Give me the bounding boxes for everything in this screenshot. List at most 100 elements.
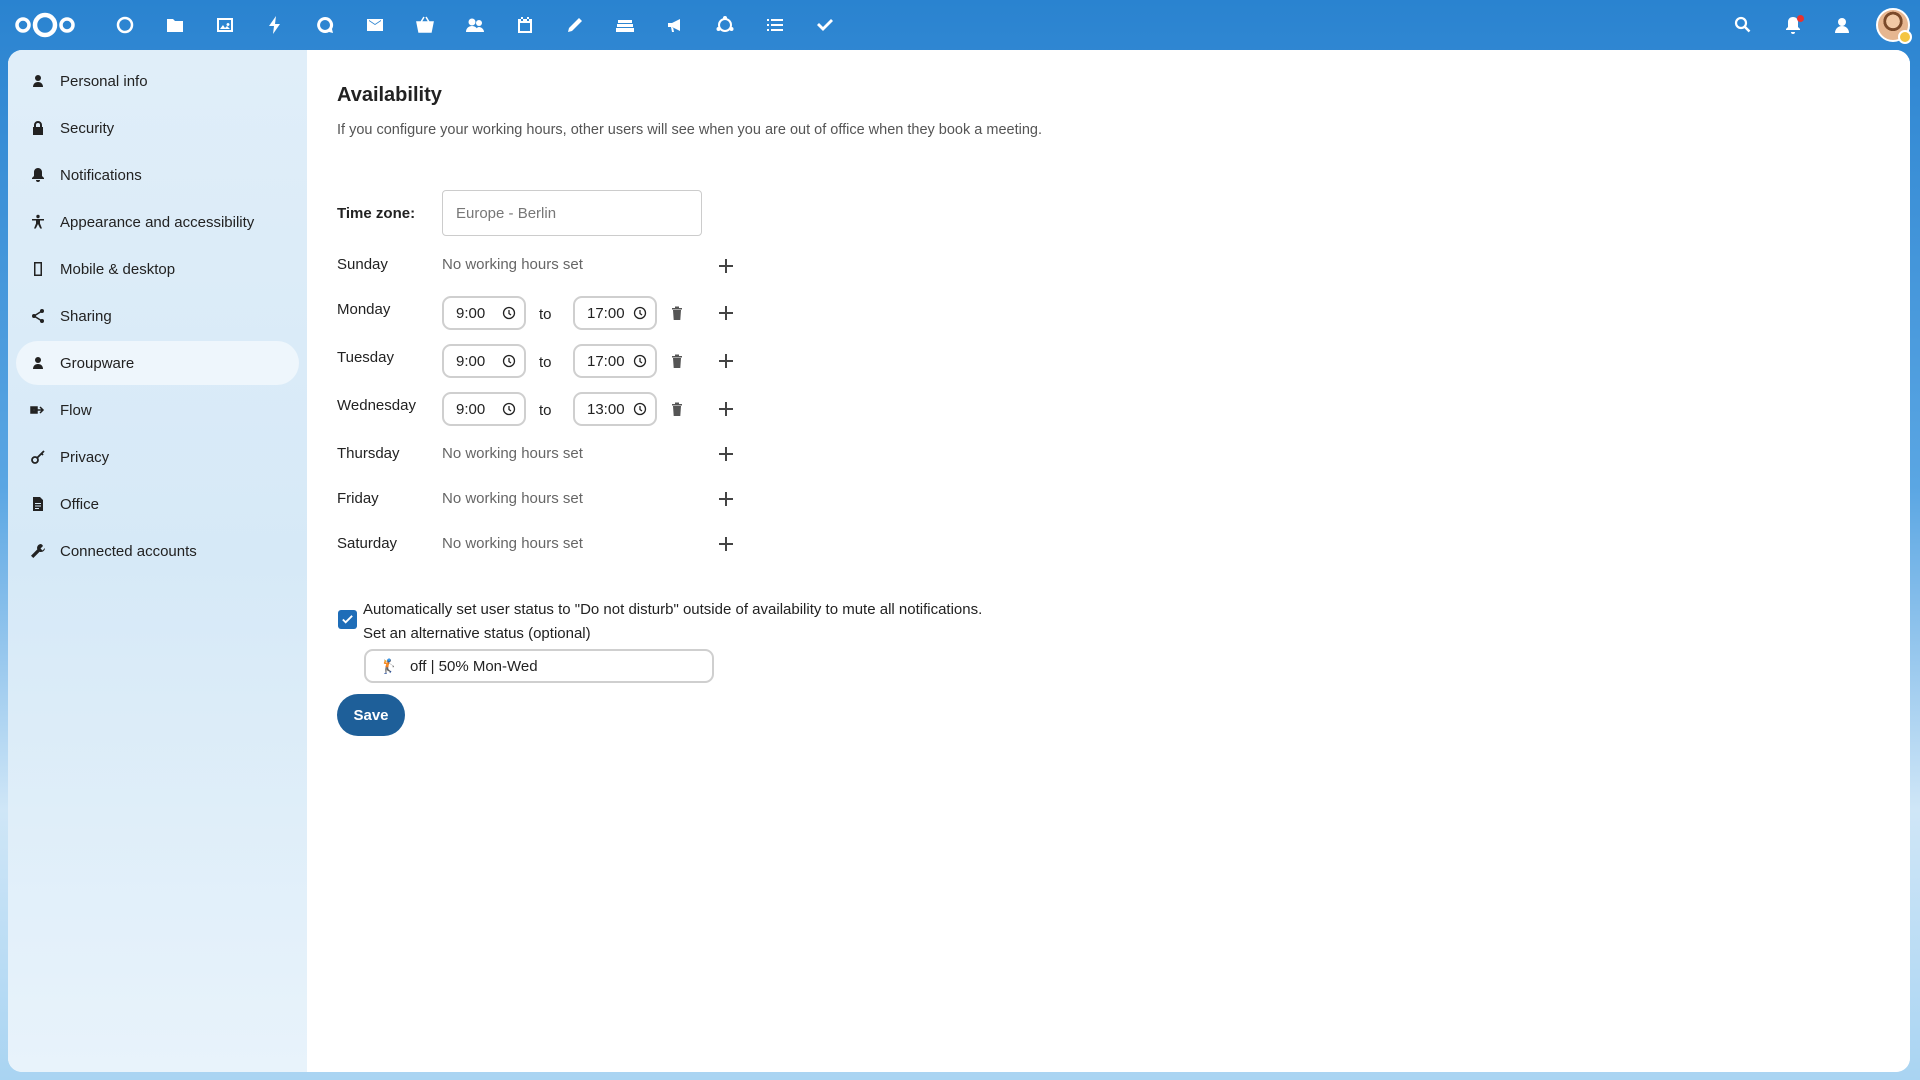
sidebar-item-mobile-desktop[interactable]: Mobile & desktop [16, 247, 299, 291]
sidebar-item-label: Flow [60, 401, 92, 419]
mail-icon[interactable] [350, 0, 400, 50]
contacts-menu-icon[interactable] [1818, 0, 1868, 50]
tuesday-start-time[interactable]: 9:00 [442, 344, 526, 378]
monday-start-time[interactable]: 9:00 [442, 296, 526, 330]
sidebar-item-security[interactable]: Security [16, 106, 299, 150]
sidebar-item-label: Privacy [60, 448, 110, 466]
sidebar-item-notifications[interactable]: Notifications [16, 153, 299, 197]
calendar-icon[interactable] [500, 0, 550, 50]
sidebar-item-sharing[interactable]: Sharing [16, 294, 299, 338]
sidebar-item-flow[interactable]: Flow [16, 388, 299, 432]
delete-slot-wednesday-icon[interactable] [669, 401, 685, 417]
clock-icon [502, 402, 516, 416]
wednesday-start-time[interactable]: 9:00 [442, 392, 526, 426]
checkmark-icon [342, 615, 353, 624]
alt-status-label: Set an alternative status (optional) [363, 625, 591, 642]
dashboard-icon[interactable] [100, 0, 150, 50]
person-icon [16, 73, 60, 89]
clock-icon [502, 354, 516, 368]
delete-slot-tuesday-icon[interactable] [669, 353, 685, 369]
time-value: 13:00 [587, 400, 625, 418]
key-icon [16, 449, 60, 465]
main-container: Personal info Security Notifications App… [8, 50, 1910, 1072]
sidebar-item-label: Personal info [60, 72, 148, 90]
accessibility-icon [16, 214, 60, 230]
add-slot-tuesday-icon[interactable] [718, 353, 734, 369]
status-emoji-icon[interactable]: 🏌 [380, 658, 397, 675]
sidebar-item-label: Mobile & desktop [60, 260, 176, 278]
time-value: 17:00 [587, 304, 625, 322]
bell-icon [16, 167, 60, 183]
to-label: to [539, 354, 552, 371]
time-value: 9:00 [456, 304, 486, 322]
day-label-wednesday: Wednesday [337, 397, 416, 414]
page-title: Availability [337, 84, 442, 106]
sidebar-item-privacy[interactable]: Privacy [16, 435, 299, 479]
avatar[interactable] [1876, 8, 1912, 44]
sidebar-item-appearance[interactable]: Appearance and accessibility [16, 200, 299, 244]
files-icon[interactable] [150, 0, 200, 50]
tasks-list-icon[interactable] [750, 0, 800, 50]
stack-icon[interactable] [600, 0, 650, 50]
alt-status-input[interactable]: 🏌 off | 50% Mon-Wed [364, 649, 714, 683]
tuesday-end-time[interactable]: 17:00 [573, 344, 657, 378]
notification-dot [1797, 15, 1804, 22]
search-icon[interactable] [1718, 0, 1768, 50]
talk-icon[interactable] [300, 0, 350, 50]
notes-icon[interactable] [550, 0, 600, 50]
time-value: 17:00 [587, 352, 625, 370]
add-slot-friday-icon[interactable] [718, 491, 734, 507]
clock-icon [502, 306, 516, 320]
time-value: 9:00 [456, 400, 486, 418]
clock-icon [633, 354, 647, 368]
dnd-checkbox[interactable] [338, 610, 357, 629]
day-label-saturday: Saturday [337, 535, 398, 552]
user-status-badge [1898, 30, 1912, 44]
announcements-icon[interactable] [650, 0, 700, 50]
wednesday-end-time[interactable]: 13:00 [573, 392, 657, 426]
sidebar-item-label: Security [60, 119, 115, 137]
add-slot-wednesday-icon[interactable] [718, 401, 734, 417]
contacts-icon[interactable] [450, 0, 500, 50]
dnd-label[interactable]: Automatically set user status to "Do not… [363, 601, 982, 618]
day-label-thursday: Thursday [337, 445, 400, 462]
document-icon [16, 496, 60, 512]
to-label: to [539, 306, 552, 323]
availability-description: If you configure your working hours, oth… [337, 122, 1042, 138]
sidebar-item-groupware[interactable]: Groupware [16, 341, 299, 385]
add-slot-monday-icon[interactable] [718, 305, 734, 321]
add-slot-thursday-icon[interactable] [718, 446, 734, 462]
sidebar-item-label: Appearance and accessibility [60, 213, 255, 231]
sidebar-item-personal-info[interactable]: Personal info [16, 59, 299, 103]
sidebar-item-connected-accounts[interactable]: Connected accounts [16, 529, 299, 573]
flow-icon [16, 402, 60, 418]
notifications-icon[interactable] [1768, 0, 1818, 50]
save-button[interactable]: Save [337, 694, 405, 736]
checkmark-icon[interactable] [800, 0, 850, 50]
lock-icon [16, 120, 60, 136]
timezone-select[interactable]: Europe - Berlin [442, 190, 702, 236]
activity-icon[interactable] [250, 0, 300, 50]
photos-icon[interactable] [200, 0, 250, 50]
circles-icon[interactable] [700, 0, 750, 50]
monday-end-time[interactable]: 17:00 [573, 296, 657, 330]
sidebar-item-office[interactable]: Office [16, 482, 299, 526]
deck-icon[interactable] [400, 0, 450, 50]
add-slot-saturday-icon[interactable] [718, 536, 734, 552]
to-label: to [539, 402, 552, 419]
no-hours-saturday: No working hours set [442, 535, 583, 552]
alt-status-value: off | 50% Mon-Wed [410, 657, 538, 675]
day-label-friday: Friday [337, 490, 379, 507]
add-slot-sunday-icon[interactable] [718, 258, 734, 274]
clock-icon [633, 402, 647, 416]
time-value: 9:00 [456, 352, 486, 370]
nextcloud-logo[interactable] [14, 10, 76, 40]
header-right [1718, 0, 1920, 50]
day-label-monday: Monday [337, 301, 391, 318]
sidebar-item-label: Groupware [60, 354, 135, 372]
day-label-tuesday: Tuesday [337, 349, 394, 366]
delete-slot-monday-icon[interactable] [669, 305, 685, 321]
top-header [0, 0, 1920, 50]
no-hours-thursday: No working hours set [442, 445, 583, 462]
availability-section: Availability If you configure your worki… [307, 50, 1910, 1072]
